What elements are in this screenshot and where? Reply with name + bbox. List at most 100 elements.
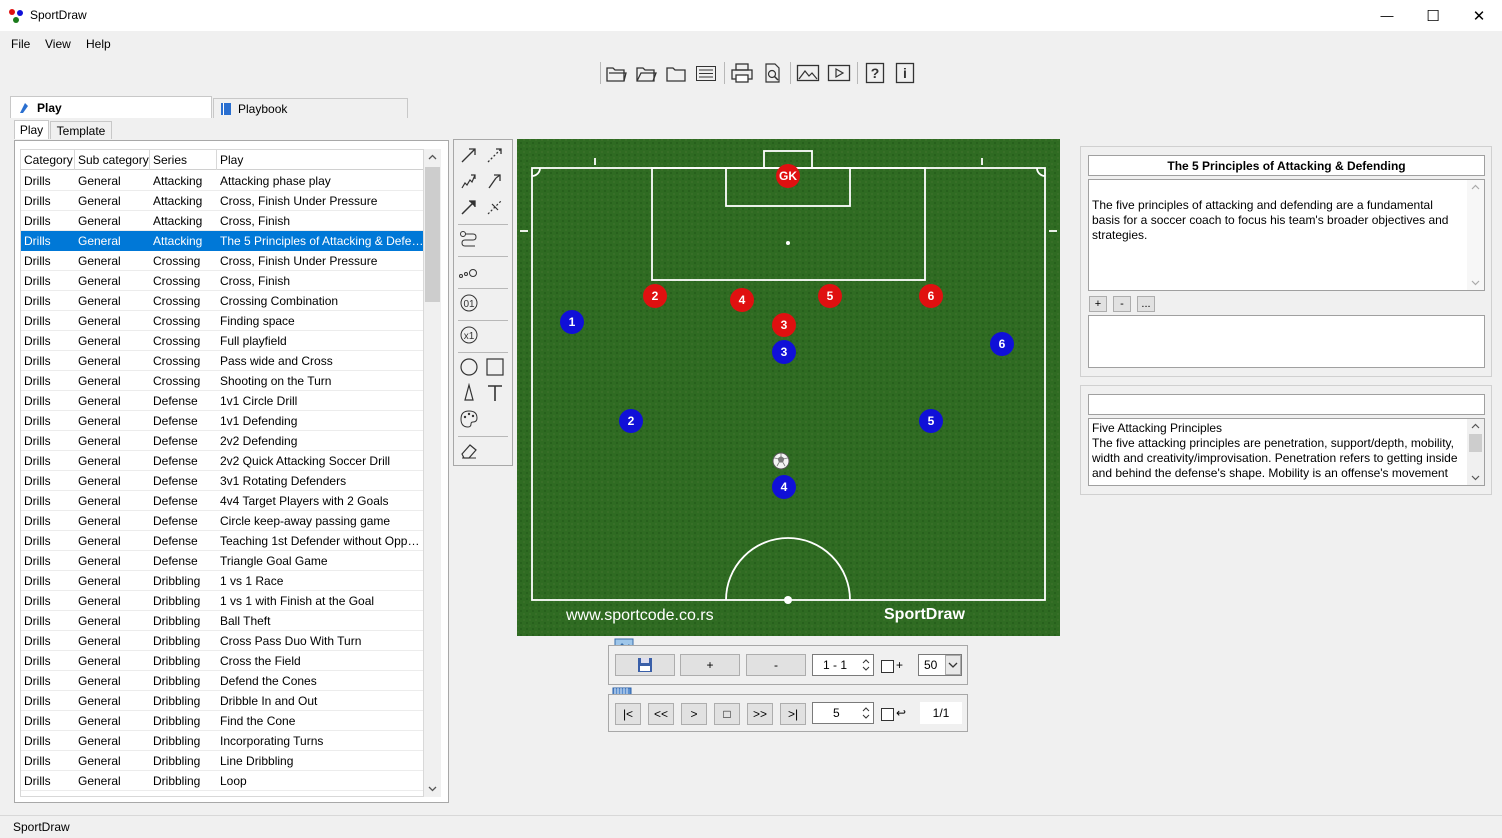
table-row[interactable]: Drills General Defense 1v1 Circle Drill (21, 391, 423, 411)
speed-stepper[interactable]: 5 (812, 702, 874, 724)
table-row[interactable]: Drills General Defense 2v2 Defending (21, 431, 423, 451)
table-row[interactable]: Drills General Crossing Finding space (21, 311, 423, 331)
note-scrollbar[interactable] (1467, 419, 1484, 485)
red-player[interactable]: 4 (730, 288, 754, 312)
tool-player-multi[interactable]: x1 (458, 324, 480, 346)
tool-path[interactable] (458, 228, 480, 250)
tool-arrow[interactable] (458, 144, 480, 166)
menu-view[interactable]: View (45, 37, 71, 51)
rewind-button[interactable]: << (648, 703, 674, 725)
soccer-field-canvas[interactable]: GK 2 4 5 6 3 1 3 6 2 5 4 www.sportcode.co.rs SportD… (517, 139, 1060, 636)
blue-player[interactable]: 4 (772, 475, 796, 499)
column-series[interactable]: Series (150, 150, 217, 170)
table-row[interactable]: Drills General Defense 1v1 Defending (21, 411, 423, 431)
tool-dots[interactable] (458, 262, 480, 284)
close-button[interactable]: ✕ (1456, 0, 1502, 31)
toolbar-list-button[interactable] (693, 60, 719, 86)
table-row[interactable]: Drills General Defense 4v4 Target Players w… (21, 491, 423, 511)
frame-range-stepper[interactable]: 1 - 1 (812, 654, 874, 676)
table-row[interactable]: Drills General Dribbling Dribble In and Out (21, 691, 423, 711)
table-row[interactable]: Drills General Dribbling 1 vs 1 with Finish… (21, 591, 423, 611)
tool-zigzag-arrow[interactable] (458, 170, 480, 192)
tool-dashed-arrow[interactable] (484, 144, 506, 166)
toolbar-image-button[interactable] (795, 60, 821, 86)
subtab-play[interactable]: Play (14, 120, 49, 139)
tool-eraser[interactable] (458, 440, 480, 462)
table-row[interactable]: Drills General Crossing Shooting on the Tur… (21, 371, 423, 391)
table-row[interactable]: Drills General Crossing Pass wide and Cross (21, 351, 423, 371)
note-title-field[interactable] (1088, 394, 1485, 415)
toolbar-new-button[interactable] (603, 60, 629, 86)
subtab-template[interactable]: Template (50, 121, 112, 139)
table-row[interactable]: Drills General Dribbling Defend the Cones (21, 671, 423, 691)
red-player[interactable]: GK (776, 164, 800, 188)
table-row[interactable]: Drills General Dribbling Line Dribbling (21, 751, 423, 771)
play-button[interactable]: > (681, 703, 707, 725)
tool-palette[interactable] (458, 408, 480, 430)
toolbar-folder-button[interactable] (663, 60, 689, 86)
tags-list[interactable] (1088, 315, 1485, 368)
column-play[interactable]: Play (217, 150, 423, 170)
tab-playbook[interactable]: Playbook (213, 98, 408, 118)
tab-play[interactable]: Play (10, 96, 212, 118)
scroll-up-icon[interactable] (424, 149, 441, 166)
spin-arrows-icon[interactable] (860, 656, 872, 674)
table-row[interactable]: Drills General Defense Circle keep-away pas… (21, 511, 423, 531)
table-row[interactable]: Drills General Defense 3v1 Rotating Defende… (21, 471, 423, 491)
table-row[interactable]: Drills General Defense Teaching 1st Defende… (21, 531, 423, 551)
remove-frame-button[interactable]: - (746, 654, 806, 676)
toolbar-info-button[interactable]: i (892, 60, 918, 86)
note-text-field[interactable]: Five Attacking Principles The five attac… (1088, 418, 1485, 486)
column-sub-category[interactable]: Sub category (75, 150, 150, 170)
tool-crossed-arrow[interactable] (484, 196, 506, 218)
toolbar-print-button[interactable] (729, 60, 755, 86)
zoom-select[interactable]: 50 (918, 654, 962, 676)
remove-tag-button[interactable]: - (1113, 296, 1131, 312)
scroll-down-icon[interactable] (1467, 276, 1484, 290)
scroll-up-icon[interactable] (1467, 419, 1484, 433)
stop-button[interactable]: □ (714, 703, 740, 725)
first-frame-button[interactable]: |< (615, 703, 641, 725)
red-player[interactable]: 5 (818, 284, 842, 308)
table-row[interactable]: Drills General Crossing Cross, Finish (21, 271, 423, 291)
last-frame-button[interactable]: >| (780, 703, 806, 725)
blue-player[interactable]: 6 (990, 332, 1014, 356)
table-row[interactable]: Drills General Crossing Cross, Finish Under… (21, 251, 423, 271)
scroll-up-icon[interactable] (1467, 180, 1484, 194)
table-row[interactable]: Drills General Defense 2v2 Quick Attacking … (21, 451, 423, 471)
table-scrollbar[interactable] (424, 149, 441, 797)
table-row[interactable]: Drills General Attacking Cross, Finish (21, 211, 423, 231)
tool-text[interactable] (484, 382, 506, 404)
note-scrollbar-thumb[interactable] (1469, 434, 1482, 452)
table-row[interactable]: Drills General Dribbling Incorporating Turn… (21, 731, 423, 751)
red-player[interactable]: 6 (919, 284, 943, 308)
table-row[interactable]: Drills General Attacking Cross, Finish Unde… (21, 191, 423, 211)
table-row[interactable]: Drills General Dribbling Cross Pass Duo Wit… (21, 631, 423, 651)
table-row[interactable]: Drills General Dribbling Ball Theft (21, 611, 423, 631)
play-title-field[interactable]: The 5 Principles of Attacking & Defendin… (1088, 155, 1485, 176)
table-row[interactable]: Drills General Dribbling Loop (21, 771, 423, 791)
tool-curved-arrow[interactable] (458, 196, 480, 218)
tool-rectangle[interactable] (484, 356, 506, 378)
add-tag-button[interactable]: + (1089, 296, 1107, 312)
menu-help[interactable]: Help (86, 37, 111, 51)
scrollbar-thumb[interactable] (425, 167, 440, 302)
column-category[interactable]: Category (21, 150, 75, 170)
table-row[interactable]: Drills General Crossing Full playfield (21, 331, 423, 351)
description-scrollbar[interactable] (1467, 180, 1484, 290)
table-row[interactable]: Drills General Attacking Attacking phase pl… (21, 171, 423, 191)
table-row[interactable]: Drills General Dribbling Find the Cone (21, 711, 423, 731)
table-row[interactable]: Drills General Dribbling 1 vs 1 Race (21, 571, 423, 591)
maximize-button[interactable]: ☐ (1410, 0, 1456, 31)
more-tag-button[interactable]: ... (1137, 296, 1155, 312)
tool-bent-arrow[interactable] (484, 170, 506, 192)
add-frame-button[interactable]: + (680, 654, 740, 676)
blue-player[interactable]: 5 (919, 409, 943, 433)
blue-player[interactable]: 2 (619, 409, 643, 433)
blue-player[interactable]: 1 (560, 310, 584, 334)
scroll-down-icon[interactable] (1467, 471, 1484, 485)
tool-player-number[interactable]: 01 (458, 292, 480, 314)
add-frame-checkbox[interactable] (881, 660, 894, 673)
table-row[interactable]: Drills General Dribbling Cross the Field (21, 651, 423, 671)
save-frame-button[interactable] (615, 654, 675, 676)
